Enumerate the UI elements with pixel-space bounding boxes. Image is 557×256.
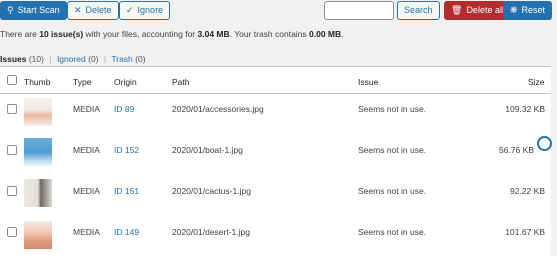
row-origin-link[interactable]: ID 89 (114, 104, 134, 114)
view-issues[interactable]: Issues (0, 54, 26, 64)
row-path: 2020/01/cactus-1.jpg (172, 186, 251, 196)
row-size: 109.32 KB (505, 104, 545, 114)
reset-label: Reset (521, 5, 546, 15)
column-issue: Issue (358, 77, 379, 87)
reset-button[interactable]: ❋ Reset (503, 1, 553, 20)
row-size: 101.67 KB (505, 227, 545, 237)
view-ignored-count: (0) (88, 54, 99, 64)
select-all-checkbox[interactable] (7, 75, 17, 85)
column-origin: Origin (114, 77, 137, 87)
table-row: MEDIA ID 149 2020/01/desert-1.jpg Seems … (0, 216, 551, 256)
issues-table: Thumb Type Origin Path Issue Size MEDIA … (0, 66, 551, 256)
delete-button[interactable]: ✕ Delete (67, 1, 119, 20)
summary-prefix: There are (0, 29, 40, 39)
view-separator: | (49, 54, 52, 64)
column-size: Size (528, 77, 545, 87)
row-type: MEDIA (73, 227, 100, 237)
start-scan-label: Start Scan (17, 5, 60, 15)
start-scan-button[interactable]: ⚲ Start Scan (0, 1, 67, 20)
column-path: Path (172, 77, 190, 87)
issues-summary: There are 10 issue(s) with your files, a… (0, 29, 344, 39)
table-row: MEDIA ID 89 2020/01/accessories.jpg Seem… (0, 94, 551, 134)
row-issue: Seems not in use. (358, 145, 427, 155)
delete-all-button[interactable]: 🗑 Delete all (444, 1, 511, 20)
row-type: MEDIA (73, 186, 100, 196)
view-trash-count: (0) (135, 54, 146, 64)
toolbar: ⚲ Start Scan ✕ Delete ✓ Ignore Search 🗑 Dele… (0, 0, 557, 24)
trash-icon: 🗑 (451, 5, 463, 15)
row-size: 92.22 KB (510, 186, 545, 196)
row-origin-link[interactable]: ID 149 (114, 227, 139, 237)
row-type: MEDIA (73, 145, 100, 155)
row-checkbox[interactable] (7, 186, 17, 196)
row-checkbox[interactable] (7, 145, 17, 155)
search-button[interactable]: Search (397, 1, 440, 20)
delete-label: Delete (85, 5, 112, 15)
summary-trash-size: 0.00 MB (309, 29, 342, 39)
thumbnail-image (24, 221, 52, 249)
table-row: MEDIA ID 152 2020/01/boat-1.jpg Seems no… (0, 134, 551, 174)
row-issue: Seems not in use. (358, 104, 427, 114)
summary-size: 3.04 MB (197, 29, 230, 39)
check-icon: ✓ (126, 5, 134, 15)
ignore-label: Ignore (137, 5, 164, 15)
view-ignored[interactable]: Ignored (57, 54, 86, 64)
row-checkbox[interactable] (7, 104, 17, 114)
row-issue: Seems not in use. (358, 186, 427, 196)
thumbnail-image (24, 138, 52, 166)
row-path: 2020/01/boat-1.jpg (172, 145, 243, 155)
reset-icon: ❋ (510, 5, 518, 15)
row-checkbox[interactable] (7, 227, 17, 237)
summary-issues-count: 10 issue(s) (39, 29, 84, 39)
view-separator: | (103, 54, 107, 64)
row-issue: Seems not in use. (358, 227, 427, 237)
view-issues-count: (10) (28, 54, 44, 64)
row-origin-link[interactable]: ID 152 (114, 145, 139, 155)
row-path: 2020/01/desert-1.jpg (172, 227, 250, 237)
row-size: 56.76 KB (499, 145, 534, 155)
summary-suffix: . (341, 29, 344, 39)
column-type: Type (73, 77, 92, 87)
column-thumb: Thumb (24, 77, 51, 87)
table-header: Thumb Type Origin Path Issue Size (0, 67, 551, 94)
ignore-button[interactable]: ✓ Ignore (119, 1, 171, 20)
close-icon: ✕ (74, 5, 82, 15)
thumbnail-image (24, 98, 52, 126)
row-origin-link[interactable]: ID 151 (114, 186, 139, 196)
row-path: 2020/01/accessories.jpg (172, 104, 264, 114)
table-row: MEDIA ID 151 2020/01/cactus-1.jpg Seems … (0, 175, 551, 215)
summary-trash-text: . Your trash contains (229, 29, 310, 39)
cursor-ring-indicator (537, 136, 552, 151)
view-filters: Issues (10) | Ignored (0) | Trash (0) (0, 54, 146, 64)
summary-middle: with your files, accounting for (83, 29, 198, 39)
thumbnail-image (24, 179, 52, 207)
delete-all-label: Delete all (466, 5, 504, 15)
search-icon: ⚲ (7, 5, 14, 15)
row-type: MEDIA (73, 104, 100, 114)
search-input[interactable] (324, 1, 394, 20)
view-trash[interactable]: Trash (111, 54, 132, 64)
